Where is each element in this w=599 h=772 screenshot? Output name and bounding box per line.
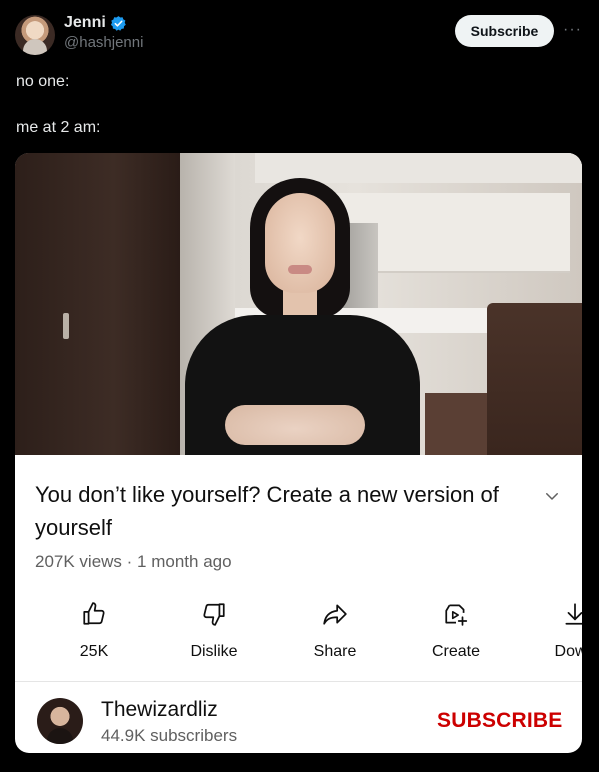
more-options-icon[interactable]: ··· <box>563 20 583 40</box>
post-header: Jenni @hashjenni Subscribe ··· <box>0 0 599 60</box>
author-name-row[interactable]: Jenni <box>64 14 127 32</box>
video-thumbnail[interactable] <box>15 153 582 455</box>
tweet-text-line: me at 2 am: <box>16 119 101 136</box>
channel-subscribe-button[interactable]: SUBSCRIBE <box>437 709 562 733</box>
dislike-label: Dislike <box>190 643 238 660</box>
tweet-text-line: no one: <box>16 73 70 90</box>
like-count: 25K <box>79 643 109 660</box>
create-icon <box>445 604 468 626</box>
subscribe-button[interactable]: Subscribe <box>455 15 554 47</box>
create-button[interactable]: Create <box>406 593 506 673</box>
scene-door <box>15 153 180 455</box>
person-face <box>265 193 335 293</box>
chevron-down-icon[interactable] <box>543 487 561 505</box>
dislike-button[interactable]: Dislike <box>164 593 264 673</box>
video-actions: 25K Dislike Share Create Dow <box>15 593 582 673</box>
thumbs-up-icon <box>83 602 105 625</box>
person-lips <box>288 265 312 274</box>
author-handle[interactable]: @hashjenni <box>64 34 143 51</box>
like-button[interactable]: 25K <box>44 593 144 673</box>
verified-badge-icon <box>110 15 126 31</box>
video-meta: 207K views · 1 month ago <box>35 552 232 571</box>
create-label: Create <box>431 643 481 660</box>
divider <box>15 681 582 682</box>
share-label: Share <box>313 643 357 660</box>
thumbs-down-icon <box>203 603 225 626</box>
video-title[interactable]: You don’t like yourself? Create a new ve… <box>35 478 505 544</box>
channel-subscribers: 44.9K subscribers <box>101 726 238 745</box>
share-button[interactable]: Share <box>285 593 385 673</box>
scene-chair <box>487 303 582 455</box>
download-button[interactable]: Down <box>525 593 582 673</box>
author-avatar[interactable] <box>15 15 55 55</box>
person-hands <box>225 405 365 445</box>
download-label: Down <box>554 643 582 660</box>
author-name[interactable]: Jenni <box>64 14 106 32</box>
channel-name[interactable]: Thewizardliz <box>101 698 218 722</box>
download-icon <box>565 603 582 625</box>
media-card[interactable]: You don’t like yourself? Create a new ve… <box>15 153 582 753</box>
share-icon <box>323 604 347 625</box>
channel-avatar[interactable] <box>37 698 83 744</box>
